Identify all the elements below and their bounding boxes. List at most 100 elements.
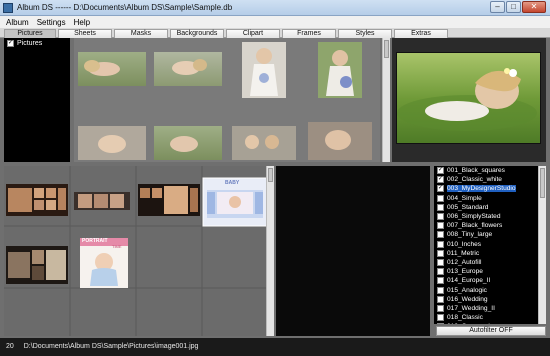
menu-settings[interactable]: Settings [37,18,66,27]
maximize-button[interactable]: □ [506,1,521,13]
picture-thumbnails [74,38,380,162]
window-title: Album DS ------ D:\Documents\Album DS\Sa… [17,3,233,12]
style-checkbox[interactable]: ✓ [437,185,444,193]
current-file-path: D:\Documents\Album DS\Sample\Pictures\im… [23,343,199,350]
sheets-scrollbar[interactable] [266,166,274,336]
style-label: 010_Inches [447,240,482,248]
tab-backgrounds[interactable]: Backgrounds [170,29,224,38]
style-label: 008_Tiny_large [447,231,493,239]
tab-frames[interactable]: Frames [282,29,336,38]
style-label: 003_MyDesignerStudio [447,185,516,193]
style-list-item[interactable]: 012_Autofill [434,258,538,267]
thumbnail[interactable] [76,104,148,162]
minimize-button[interactable]: – [490,1,505,13]
close-button[interactable]: ✕ [522,1,546,13]
style-checkbox[interactable] [437,268,444,276]
menu-album[interactable]: Album [6,18,29,27]
thumbnail[interactable] [304,40,376,100]
styles-list: ✓ 001_Black_squares ✓ 002_Classic_white ✓ 003… [434,166,538,324]
style-label: 013_Europe [447,268,483,276]
style-checkbox[interactable] [437,295,444,303]
tab-pictures[interactable]: Pictures [4,29,56,38]
preview-image [397,53,540,143]
style-checkbox[interactable] [437,314,444,322]
style-checkbox[interactable] [437,304,444,312]
style-label: 014_Europe_II [447,277,491,285]
photo-preview[interactable] [396,52,541,144]
style-checkbox[interactable]: ✓ [437,167,444,175]
style-checkbox[interactable] [437,323,444,324]
autofilter-button[interactable]: Autofilter OFF [436,326,546,336]
scrollbar-thumb[interactable] [268,168,273,182]
style-checkbox[interactable] [437,203,444,211]
thumbnail[interactable] [76,40,148,100]
style-checkbox[interactable]: ✓ [437,176,444,184]
folder-tree: ✓ Pictures [4,38,70,162]
style-list-item[interactable]: 008_Tiny_large [434,230,538,239]
status-bar: 20 D:\Documents\Album DS\Sample\Pictures… [0,338,550,356]
style-list-item[interactable]: 010_Inches [434,240,538,249]
style-checkbox[interactable] [437,277,444,285]
style-list-item[interactable]: 015_Analogic [434,285,538,294]
style-list-item[interactable]: 018_Classic [434,313,538,322]
style-list-item[interactable]: 004_Simple [434,194,538,203]
title-bar: Album DS ------ D:\Documents\Album DS\Sa… [0,0,550,16]
tab-masks[interactable]: Masks [114,29,168,38]
style-checkbox[interactable] [437,194,444,202]
tab-styles[interactable]: Styles [338,29,392,38]
sheets-panel: BABY PORTRAIT TIME [4,166,274,336]
thumbnail[interactable] [304,104,376,162]
style-checkbox[interactable] [437,249,444,257]
sheet-label-time: TIME [112,244,122,249]
style-list-item[interactable]: 016_Wedding [434,295,538,304]
style-label: 018_Classic [447,314,483,322]
thumbnail[interactable] [152,104,224,162]
style-list-item[interactable]: 005_Standard [434,203,538,212]
window-controls: – □ ✕ [490,1,546,13]
style-list-item[interactable]: ✓ 001_Black_squares [434,166,538,175]
styles-scrollbar[interactable] [538,166,546,324]
menu-help[interactable]: Help [74,18,90,27]
tree-item-label: Pictures [17,40,43,47]
style-list-item[interactable]: 013_Europe [434,267,538,276]
style-label: 006_SimplyStated [447,213,501,221]
thumbnail[interactable] [228,40,300,100]
tree-item-pictures[interactable]: ✓ Pictures [7,40,42,47]
style-list-item[interactable]: 019_Communion [434,322,538,324]
sheet-thumbnail[interactable] [138,184,200,216]
tree-checkbox[interactable]: ✓ [7,40,14,47]
tab-clipart[interactable]: Clipart [226,29,280,38]
style-label: 015_Analogic [447,286,487,294]
sheet-preview-area[interactable] [276,166,430,336]
style-checkbox[interactable] [437,286,444,294]
style-list-item[interactable]: ✓ 002_Classic_white [434,175,538,184]
style-checkbox[interactable] [437,240,444,248]
style-list-item[interactable]: 014_Europe_II [434,276,538,285]
tab-sheets[interactable]: Sheets [58,29,112,38]
style-list-item[interactable]: 011_Metric [434,249,538,258]
style-list-item[interactable]: 006_SimplyStated [434,212,538,221]
sheet-thumbnail[interactable] [6,246,68,284]
thumbnail-grid-graphic [76,40,376,162]
style-checkbox[interactable] [437,213,444,221]
style-checkbox[interactable] [437,222,444,230]
style-checkbox[interactable] [437,258,444,266]
style-label: 017_Wedding_II [447,304,495,312]
sheet-thumbnail[interactable] [6,184,68,216]
style-list-item[interactable]: ✓ 003_MyDesignerStudio [434,184,538,193]
style-list-item[interactable]: 007_Black_flowers [434,221,538,230]
thumbnail[interactable] [152,40,224,100]
sheet-label-portrait: PORTRAIT [82,238,108,244]
scrollbar-thumb[interactable] [384,40,389,58]
style-checkbox[interactable] [437,231,444,239]
thumbnail[interactable] [228,104,300,162]
sheet-thumbnail[interactable] [74,192,130,210]
style-label: 001_Black_squares [447,167,505,175]
style-label: 007_Black_flowers [447,222,503,230]
style-label: 016_Wedding [447,295,488,303]
tab-extras[interactable]: Extras [394,29,448,38]
scrollbar-thumb[interactable] [540,168,545,198]
style-list-item[interactable]: 017_Wedding_II [434,304,538,313]
thumbnails-scrollbar[interactable] [382,38,390,162]
tab-bar: Pictures Sheets Masks Backgrounds Clipar… [0,28,550,38]
